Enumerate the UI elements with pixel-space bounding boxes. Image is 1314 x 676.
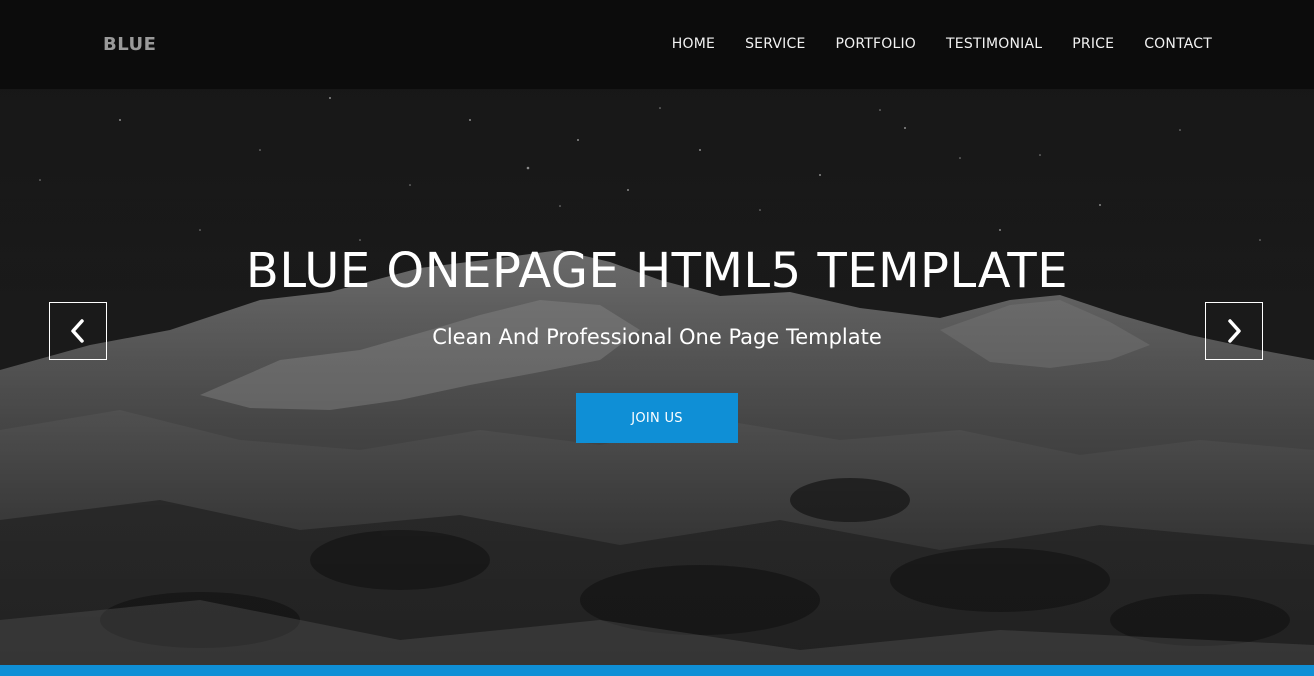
- navbar: BLUE HOME SERVICE PORTFOLIO TESTIMONIAL …: [0, 0, 1314, 89]
- join-us-button[interactable]: JOIN US: [576, 393, 738, 443]
- nav-item-service[interactable]: SERVICE: [745, 34, 805, 54]
- carousel-prev-button[interactable]: [49, 302, 107, 360]
- page: BLUE HOME SERVICE PORTFOLIO TESTIMONIAL …: [0, 0, 1314, 676]
- chevron-left-icon: [71, 319, 84, 343]
- carousel-next-button[interactable]: [1205, 302, 1263, 360]
- brand-logo[interactable]: BLUE: [103, 33, 156, 57]
- nav-item-home[interactable]: HOME: [672, 34, 715, 54]
- hero-subtitle: Clean And Professional One Page Template: [432, 325, 882, 349]
- accent-bottom-bar: [0, 665, 1314, 676]
- nav-item-testimonial[interactable]: TESTIMONIAL: [946, 34, 1042, 54]
- main-nav: HOME SERVICE PORTFOLIO TESTIMONIAL PRICE…: [672, 34, 1212, 54]
- chevron-right-icon: [1228, 319, 1241, 343]
- nav-item-price[interactable]: PRICE: [1072, 34, 1114, 54]
- hero-title: BLUE ONEPAGE HTML5 TEMPLATE: [245, 243, 1069, 299]
- nav-item-contact[interactable]: CONTACT: [1144, 34, 1212, 54]
- nav-item-portfolio[interactable]: PORTFOLIO: [835, 34, 916, 54]
